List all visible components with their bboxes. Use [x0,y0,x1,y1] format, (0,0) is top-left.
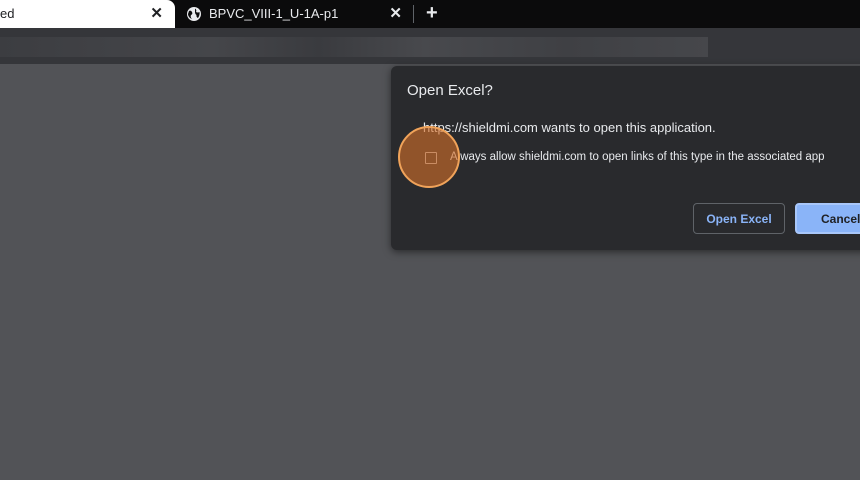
always-allow-checkbox[interactable] [425,152,437,164]
cancel-button[interactable]: Cancel [795,203,860,234]
dialog-message: https://shieldmi.com wants to open this … [423,120,716,135]
plus-icon[interactable]: + [426,2,438,24]
tab-bar: ed ✕ BPVC_VIII-1_U-1A-p1 ✕ + [0,0,860,28]
tab-title: BPVC_VIII-1_U-1A-p1 [209,6,339,21]
browser-toolbar [0,28,860,64]
open-app-dialog: Open Excel? https://shieldmi.com wants t… [391,66,860,250]
tab-bpvc[interactable]: BPVC_VIII-1_U-1A-p1 ✕ [176,0,412,28]
tab-active[interactable]: ed ✕ [0,0,175,28]
tab-title: ed [0,6,15,21]
close-icon[interactable]: ✕ [150,5,163,23]
globe-icon [187,7,201,21]
always-allow-label[interactable]: Always allow shieldmi.com to open links … [450,151,825,163]
address-bar[interactable] [0,37,708,57]
close-icon[interactable]: ✕ [389,5,402,23]
dialog-title: Open Excel? [407,82,493,99]
open-excel-button[interactable]: Open Excel [693,203,785,234]
tab-separator [413,5,414,23]
